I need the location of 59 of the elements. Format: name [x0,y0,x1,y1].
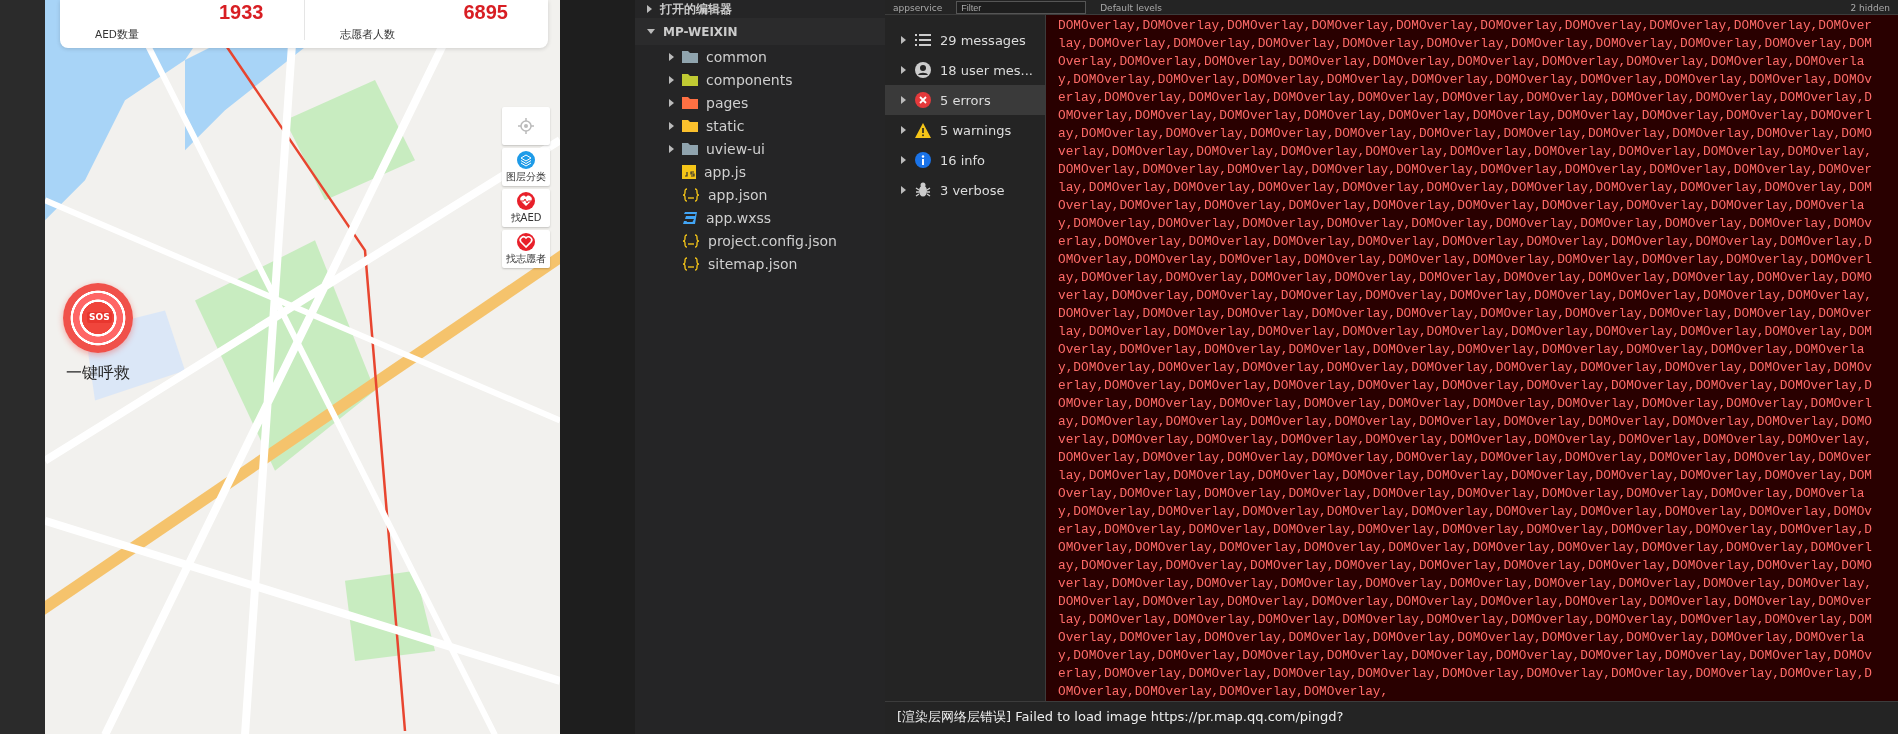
levels-dropdown[interactable]: Default levels [1100,3,1163,14]
console-filter-item[interactable]: 18 user mes... [885,55,1045,85]
file-tree-item[interactable]: components [635,68,885,91]
layers-icon [517,150,535,169]
map-control-button[interactable]: 找AED [502,189,550,227]
css-icon [682,210,698,225]
hidden-count: 2 hidden [1850,3,1890,14]
braces-icon [682,233,700,248]
file-tree-item[interactable]: pages [635,91,885,114]
section-title: 打开的编辑器 [660,0,732,18]
sos-caption: 一键呼救 [66,363,130,384]
heartbeat-icon [517,191,535,210]
folder-icon [682,96,698,109]
context-selector[interactable]: appservice [893,3,943,14]
braces-icon [682,187,700,202]
explorer-section-header[interactable]: MP-WEIXIN [635,18,885,45]
folder-icon [682,50,698,63]
heart-icon [517,232,535,251]
list-icon [915,34,931,46]
map-control-button[interactable]: 找志愿者 [502,230,550,268]
caret-icon [901,66,906,74]
stat-value: 6895 [463,1,508,24]
caret-icon [901,186,906,194]
console-filter-item[interactable]: 16 info [885,145,1045,175]
user-icon [915,62,931,78]
warning-icon [915,122,931,138]
folder-icon [682,73,698,86]
info-icon [915,152,931,168]
file-tree-item[interactable]: sitemap.json [635,252,885,275]
console-filter-item[interactable]: 5 warnings [885,115,1045,145]
file-tree-item[interactable]: app.json [635,183,885,206]
caret-icon [901,156,906,164]
js-file-icon [682,164,696,179]
console-filter-item[interactable]: 3 verbose [885,175,1045,205]
map-control-button[interactable] [502,107,550,145]
console-filter-item[interactable]: 5 errors [885,85,1045,115]
folder-icon [682,142,698,155]
file-tree-item[interactable]: app.js [635,160,885,183]
section-title: MP-WEIXIN [663,24,738,39]
braces-icon [682,256,700,271]
console-filter-item[interactable]: 29 messages [885,25,1045,55]
bug-icon [915,182,931,198]
file-tree-item[interactable]: common [635,45,885,68]
stat-value: 1933 [219,1,264,24]
caret-icon [901,126,906,134]
stat-label: AED数量 [95,28,139,42]
caret-icon [901,96,906,104]
map-control-button[interactable]: 图层分类 [502,148,550,186]
folder-icon [682,119,698,132]
file-tree-item[interactable]: uview-ui [635,137,885,160]
file-tree-item[interactable]: project.config.json [635,229,885,252]
file-tree-item[interactable]: app.wxss [635,206,885,229]
filter-field[interactable]: Filter [956,1,1087,14]
log-message: DOMOverlay,DOMOverlay,DOMOverlay,DOMOverlay,DOMOverlay,DOMOverlay,DOMOverlay,DOMOverlay,DOMOverlay,DOMOverlay,DOMOverlay,DOMOverlay,DOMOverlay,DOMOverlay,DOMOverlay,DOMOverlay,DOMOverlay,DOMOverlay,DOMOverlay,DOMOverlay,DOMOverlay,DOMOverlay,DOMOverlay,DOMOverlay,DOMOverlay,DOMOverlay,DOMOverlay,DOMOverlay,DOMOverlay,DOMOverlay,DOMOverlay,DOMOverlay,DOMOverlay,DOMOverlay,DOMOverlay,DOMOverlay,DOMOverlay,DOMOverlay,DOMOverlay,DOMOverlay,DOMOverlay,DOMOverlay,DOMOverlay,DOMOverlay,DOMOverlay,DOMOverlay,DOMOverlay,DOMOverlay,DOMOverlay,DOMOverlay,DOMOverlay,DOMOverlay,DOMOverlay,DOMOverlay,DOMOverlay,DOMOverlay,DOMOverlay,DOMOverlay,DOMOverlay,DOMOverlay,DOMOverlay,DOMOverlay,DOMOverlay,DOMOverlay,DOMOverlay,DOMOverlay,DOMOverlay,DOMOverlay,DOMOverlay,DOMOverlay,DOMOverlay,DOMOverlay,DOMOverlay,DOMOverlay,DOMOverlay,DOMOverlay,DOMOverlay,DOMOverlay,DOMOverlay,DOMOverlay,DOMOverlay,DOMOverlay,DOMOverlay,DOMOverlay,DOMOverlay,DOMOverlay,DOMOverlay,DOMOverlay,DOMOverlay,DOMOverlay,DOMOverlay,DOMOverlay,DOMOverlay,DOMOverlay,DOMOverlay,DOMOverlay,DOMOverlay,DOMOverlay,DOMOverlay,DOMOverlay,DOMOverlay,DOMOverlay,DOMOverlay,DOMOverlay,DOMOverlay,DOMOverlay,DOMOverlay,DOMOverlay,DOMOverlay,DOMOverlay,DOMOverlay,DOMOverlay,DOMOverlay,DOMOverlay,DOMOverlay,DOMOverlay,DOMOverlay,DOMOverlay,DOMOverlay,DOMOverlay,DOMOverlay,DOMOverlay,DOMOverlay,DOMOverlay,DOMOverlay,DOMOverlay,DOMOverlay,DOMOverlay,DOMOverlay,DOMOverlay,DOMOverlay,DOMOverlay,DOMOverlay,DOMOverlay,DOMOverlay,DOMOverlay,DOMOverlay,DOMOverlay,DOMOverlay,DOMOverlay,DOMOverlay,DOMOverlay,DOMOverlay,DOMOverlay,DOMOverlay,DOMOverlay,DOMOverlay,DOMOverlay,DOMOverlay,DOMOverlay,DOMOverlay,DOMOverlay,DOMOverlay,DOMOverlay,DOMOverlay,DOMOverlay,DOMOverlay,DOMOverlay,DOMOverlay,DOMOverlay,DOMOverlay,DOMOverlay,DOMOverlay,DOMOverlay,DOMOverlay,DOMOverlay,DOMOverlay,DOMOverlay,DOMOverlay,DOMOverlay,DOMOverlay,DOMOverlay,DOMOverlay,DOMOverlay,DOMOverlay,DOMOverlay,DOMOverlay,DOMOverlay,DOMOverlay,DOMOverlay,DOMOverlay,DOMOverlay,DOMOverlay,DOMOverlay,DOMOverlay,DOMOverlay,DOMOverlay,DOMOverlay,DOMOverlay,DOMOverlay,DOMOverlay,DOMOverlay,DOMOverlay,DOMOverlay,DOMOverlay,DOMOverlay,DOMOverlay,DOMOverlay,DOMOverlay,DOMOverlay,DOMOverlay,DOMOverlay,DOMOverlay,DOMOverlay,DOMOverlay,DOMOverlay,DOMOverlay,DOMOverlay,DOMOverlay,DOMOverlay,DOMOverlay,DOMOverlay,DOMOverlay,DOMOverlay,DOMOverlay,DOMOverlay,DOMOverlay,DOMOverlay,DOMOverlay,DOMOverlay,DOMOverlay,DOMOverlay,DOMOverlay,DOMOverlay,DOMOverlay,DOMOverlay,DOMOverlay,DOMOverlay,DOMOverlay,DOMOverlay,DOMOverlay,DOMOverlay,DOMOverlay,DOMOverlay,DOMOverlay,DOMOverlay,DOMOverlay,DOMOverlay,DOMOverlay,DOMOverlay,DOMOverlay,DOMOverlay,DOMOverlay,DOMOverlay,DOMOverlay,DOMOverlay,DOMOverlay,DOMOverlay,DOMOverlay,DOMOverlay,DOMOverlay,DOMOverlay,DOMOverlay,DOMOverlay,DOMOverlay,DOMOverlay,DOMOverlay,DOMOverlay,DOMOverlay,DOMOverlay,DOMOverlay,DOMOverlay,DOMOverlay,DOMOverlay,DOMOverlay,DOMOverlay,DOMOverlay,DOMOverlay,DOMOverlay,DOMOverlay,DOMOverlay,DOMOverlay,DOMOverlay,DOMOverlay,DOMOverlay,DOMOverlay,DOMOverlay,DOMOverlay,DOMOverlay,DOMOverlay,DOMOverlay,DOMOverlay,DOMOverlay,DOMOverlay,DOMOverlay,DOMOverlay,DOMOverlay,DOMOverlay,DOMOverlay,DOMOverlay,DOMOverlay,DOMOverlay,DOMOverlay,DOMOverlay,DOMOverlay,DOMOverlay,DOMOverlay,DOMOverlay,DOMOverlay,DOMOverlay,DOMOverlay,DOMOverlay,DOMOverlay,DOMOverlay,DOMOverlay,DOMOverlay,DOMOverlay,DOMOverlay,DOMOverlay,DOMOverlay,DOMOverlay,DOMOverlay,DOMOverlay,DOMOverlay,DOMOverlay,DOMOverlay,DOMOverlay,DOMOverlay,DOMOverlay,DOMOverlay,DOMOverlay,DOMOverlay,DOMOverlay,DOMOverlay,DOMOverlay,DOMOverlay,DOMOverlay,DOMOverlay,DOMOverlay,DOMOverlay,DOMOverlay,DOMOverlay,DOMOverlay,DOMOverlay,DOMOverlay,DOMOverlay,DOMOverlay,DOMOverlay,DOMOverlay,DOMOverlay,DOMOverlay,DOMOverlay,DOMOverlay,DOMOverlay,DOMOverlay,DOMOverlay,DOMOverlay,DOMOverlay,DOMOverlay,DOMOverlay,DOMOverlay,DOMOverlay,DOMOverlay,DOMOverlay,DOMOverlay,DOMOverlay,DOMOverlay,DOMOverlay,DOMOverlay,DOMOverlay, [1058,17,1872,701]
error-icon [915,92,931,108]
caret-icon [901,36,906,44]
stat-label: 志愿者人数 [339,28,395,42]
locate-icon [518,118,534,134]
file-tree-item[interactable]: static [635,114,885,137]
